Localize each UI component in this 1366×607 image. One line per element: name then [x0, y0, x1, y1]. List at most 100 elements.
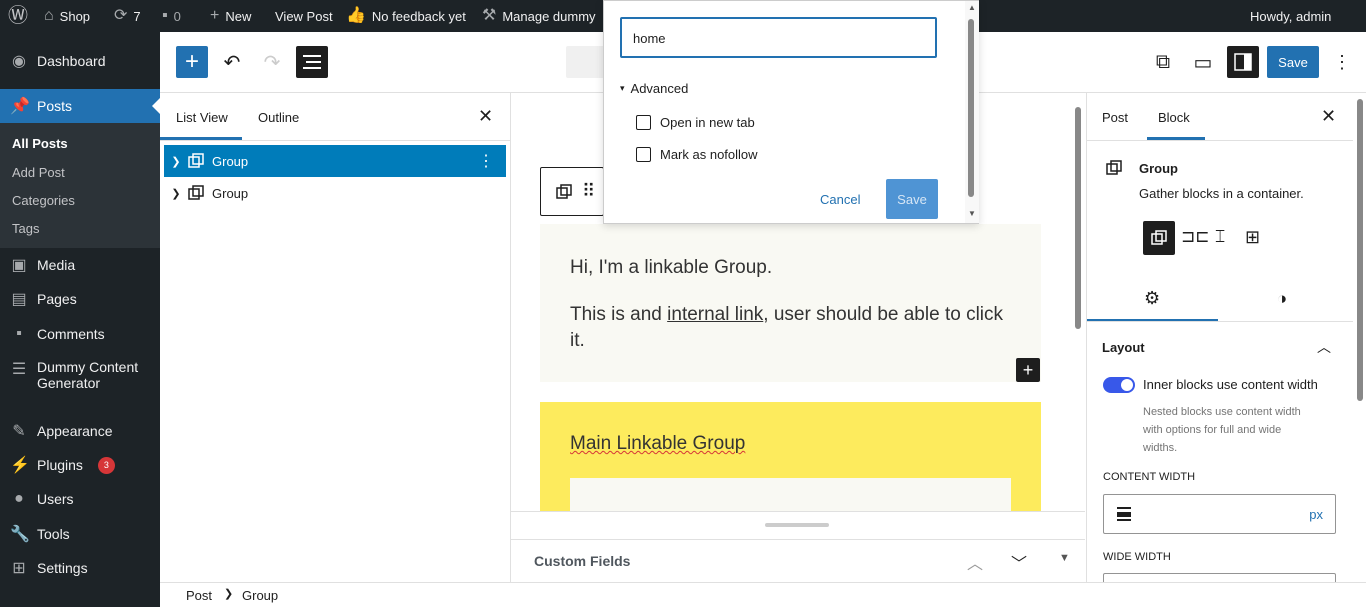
dashboard-icon: ◉	[12, 53, 26, 70]
grid-variation-icon[interactable]: ⊞	[1245, 227, 1260, 248]
popover-scrollbar[interactable]: ▲ ▼	[965, 1, 979, 223]
breadcrumb: Post ❯ Group	[160, 582, 1366, 607]
submenu-all-posts[interactable]: All Posts	[12, 136, 68, 151]
open-new-tab-option[interactable]: Open in new tab	[636, 115, 755, 130]
save-button[interactable]: Save	[1267, 46, 1319, 78]
feedback-link[interactable]: 👍 No feedback yet	[346, 0, 466, 32]
menu-appearance[interactable]: ✎ Appearance	[0, 419, 160, 443]
redo-button[interactable]: ↷	[256, 46, 288, 78]
updates-link[interactable]: ⟳ 7	[114, 0, 141, 32]
cancel-button[interactable]: Cancel	[820, 192, 860, 207]
close-list-view-button[interactable]: ✕	[478, 106, 493, 127]
more-vertical-icon[interactable]: ⋮	[478, 151, 494, 171]
manage-dummy-link[interactable]: ⚒ Manage dummy	[482, 0, 596, 32]
tab-post[interactable]: Post	[1102, 110, 1128, 125]
resize-handle[interactable]	[765, 523, 829, 527]
unit-select[interactable]: px	[1309, 507, 1323, 522]
scrollbar-thumb[interactable]	[1075, 107, 1081, 329]
new-content-link[interactable]: + New	[210, 0, 251, 32]
account-menu[interactable]: Howdy, admin	[1250, 0, 1331, 32]
settings-toggle-button[interactable]	[1227, 46, 1259, 78]
wide-width-input[interactable]	[1103, 573, 1336, 582]
submenu-add-post[interactable]: Add Post	[12, 165, 65, 180]
subtabs-divider	[1087, 321, 1353, 322]
scrollbar-thumb[interactable]	[968, 19, 974, 197]
chevron-up-icon[interactable]: ︿	[1317, 337, 1331, 357]
settings-scrollbar[interactable]	[1355, 97, 1365, 577]
menu-posts[interactable]: 📌 Posts	[0, 89, 160, 123]
linkable-group-block[interactable]: Hi, I'm a linkable Group. This is and in…	[540, 224, 1041, 382]
block-appender-button[interactable]: +	[1016, 358, 1040, 382]
row-variation-icon[interactable]: ⊐⊏	[1181, 227, 1210, 247]
main-linkable-group-block[interactable]: Main Linkable Group	[540, 402, 1041, 511]
scroll-down-icon[interactable]: ▼	[968, 209, 976, 218]
site-name-link[interactable]: ⌂ Shop	[44, 0, 90, 32]
group-heading[interactable]: Main Linkable Group	[570, 433, 745, 455]
chevron-right-icon[interactable]: ❯	[164, 187, 188, 200]
preview-device-button[interactable]: ▭	[1187, 46, 1219, 78]
chevron-right-icon[interactable]: ❯	[164, 155, 188, 168]
menu-dashboard[interactable]: ◉ Dashboard	[0, 48, 160, 74]
open-new-tab-checkbox[interactable]	[636, 115, 651, 130]
external-link-icon: ⧉	[1155, 50, 1171, 73]
nofollow-checkbox[interactable]	[636, 147, 651, 162]
group-block-icon[interactable]	[556, 183, 572, 200]
close-settings-button[interactable]: ✕	[1321, 106, 1336, 127]
content-width-label: CONTENT WIDTH	[1103, 471, 1196, 483]
breadcrumb-post[interactable]: Post	[186, 588, 212, 603]
variation-group-button[interactable]	[1143, 221, 1175, 255]
menu-tools[interactable]: 🔧 Tools	[0, 522, 160, 546]
list-item[interactable]: ❯ Group ⋮	[164, 145, 506, 177]
block-inserter-button[interactable]: +	[176, 46, 208, 78]
menu-pages[interactable]: ▤ Pages	[0, 287, 160, 311]
updates-icon: ⟳	[114, 7, 128, 24]
group-paragraph[interactable]: Hi, I'm a linkable Group.	[570, 257, 772, 279]
list-item[interactable]: ❯ Group	[164, 177, 506, 209]
stack-variation-icon[interactable]: ⌶	[1215, 227, 1225, 247]
menu-settings[interactable]: ⊞ Settings	[0, 556, 160, 580]
submenu-tags[interactable]: Tags	[12, 221, 39, 236]
tab-list-view[interactable]: List View	[176, 110, 228, 125]
chevron-up-icon[interactable]: ︿	[967, 550, 983, 574]
advanced-toggle[interactable]: ▾ Advanced	[620, 81, 688, 96]
menu-media[interactable]: ▣ Media	[0, 253, 160, 277]
group-block-icon	[188, 153, 204, 168]
caret-down-icon[interactable]: ▼	[1059, 552, 1070, 564]
submenu-categories[interactable]: Categories	[12, 193, 75, 208]
breadcrumb-group[interactable]: Group	[242, 588, 278, 603]
chevron-down-icon: ▾	[620, 83, 625, 93]
toggle-help-text: Nested blocks use content width with opti…	[1143, 406, 1301, 454]
options-menu-button[interactable]: ⋮	[1326, 46, 1358, 78]
url-input[interactable]: home	[620, 17, 937, 58]
scrollbar-thumb[interactable]	[1357, 99, 1363, 401]
undo-button[interactable]: ↶	[216, 46, 248, 78]
inner-blocks-toggle[interactable]	[1103, 377, 1135, 393]
styles-tab-contrast-icon[interactable]: ◑	[1277, 289, 1287, 309]
layout-panel-title[interactable]: Layout	[1102, 340, 1145, 355]
drag-handle-icon[interactable]: ⠿	[582, 181, 595, 202]
inner-group-block[interactable]	[570, 478, 1011, 511]
canvas-scrollbar[interactable]	[1073, 95, 1083, 507]
menu-plugins[interactable]: ⚡ Plugins 3	[0, 453, 160, 477]
save-link-button[interactable]: Save	[886, 179, 938, 219]
admin-sidebar: ◉ Dashboard 📌 Posts All Posts Add Post Cat…	[0, 32, 160, 607]
scroll-up-icon[interactable]: ▲	[968, 3, 976, 12]
document-title-bar[interactable]	[566, 46, 606, 78]
menu-dummy-content[interactable]: ☰ Dummy Content Generator	[0, 359, 160, 399]
wordpress-logo-icon[interactable]: Ⓦ	[8, 0, 28, 32]
nofollow-option[interactable]: Mark as nofollow	[636, 147, 758, 162]
group-paragraph-link[interactable]: This is and internal link, user should b…	[570, 302, 1020, 354]
tab-outline[interactable]: Outline	[258, 110, 299, 125]
chevron-down-icon[interactable]: ﹀	[1011, 550, 1027, 574]
document-overview-button[interactable]	[296, 46, 328, 78]
view-post-button[interactable]: ⧉	[1147, 46, 1179, 78]
menu-comments[interactable]: ▪ Comments	[0, 322, 160, 346]
custom-fields-title[interactable]: Custom Fields	[534, 553, 630, 569]
menu-users[interactable]: ● Users	[0, 487, 160, 511]
comments-link[interactable]: ▪ 0	[162, 0, 181, 32]
tab-block[interactable]: Block	[1158, 110, 1190, 125]
settings-tab-gear-icon[interactable]: ⚙	[1144, 288, 1160, 309]
internal-link[interactable]: internal link	[667, 304, 763, 325]
content-width-input[interactable]: px	[1103, 494, 1336, 534]
view-post-link[interactable]: View Post	[275, 0, 333, 32]
